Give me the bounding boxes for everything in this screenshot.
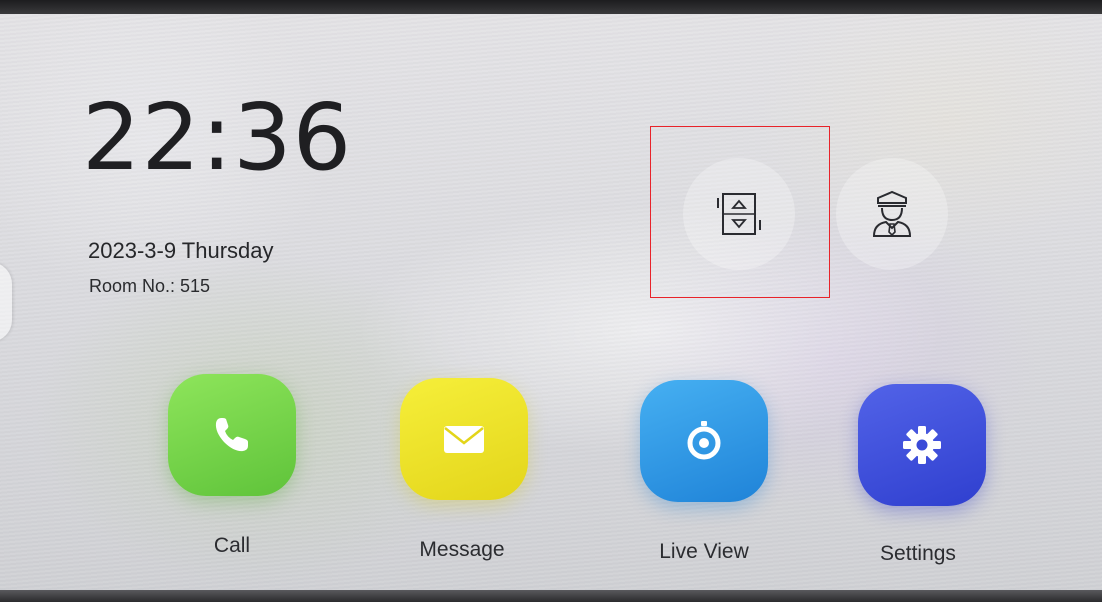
gear-icon <box>903 426 941 464</box>
clock-time: 22:36 <box>82 84 353 191</box>
envelope-icon <box>444 426 484 453</box>
date-display: 2023-3-9 Thursday <box>88 238 274 264</box>
live-view-label: Live View <box>659 540 749 563</box>
call-label: Call <box>213 534 251 557</box>
side-drawer-handle[interactable] <box>0 262 12 342</box>
settings-app-button[interactable] <box>858 384 986 506</box>
screen-bezel-top <box>0 0 1102 14</box>
message-label: Message <box>419 538 505 561</box>
room-number: Room No.: 515 <box>89 276 211 296</box>
security-guard-icon <box>872 190 912 237</box>
elevator-button[interactable] <box>683 158 795 270</box>
settings-label: Settings <box>880 542 956 565</box>
phone-icon <box>215 418 248 452</box>
live-view-app-button[interactable] <box>640 380 768 502</box>
date-text: 2023-3-9 <box>88 238 177 263</box>
message-app-button[interactable] <box>400 378 528 500</box>
camera-icon <box>687 421 721 460</box>
weekday-text: Thursday <box>181 238 274 263</box>
screen-bezel-bottom <box>0 590 1102 602</box>
call-app-button[interactable] <box>168 374 296 496</box>
home-screen: 22:36 2023-3-9 Thursday Room No.: 515 Ca… <box>0 0 1102 602</box>
elevator-icon <box>717 193 761 235</box>
guard-station-button[interactable] <box>836 158 948 270</box>
